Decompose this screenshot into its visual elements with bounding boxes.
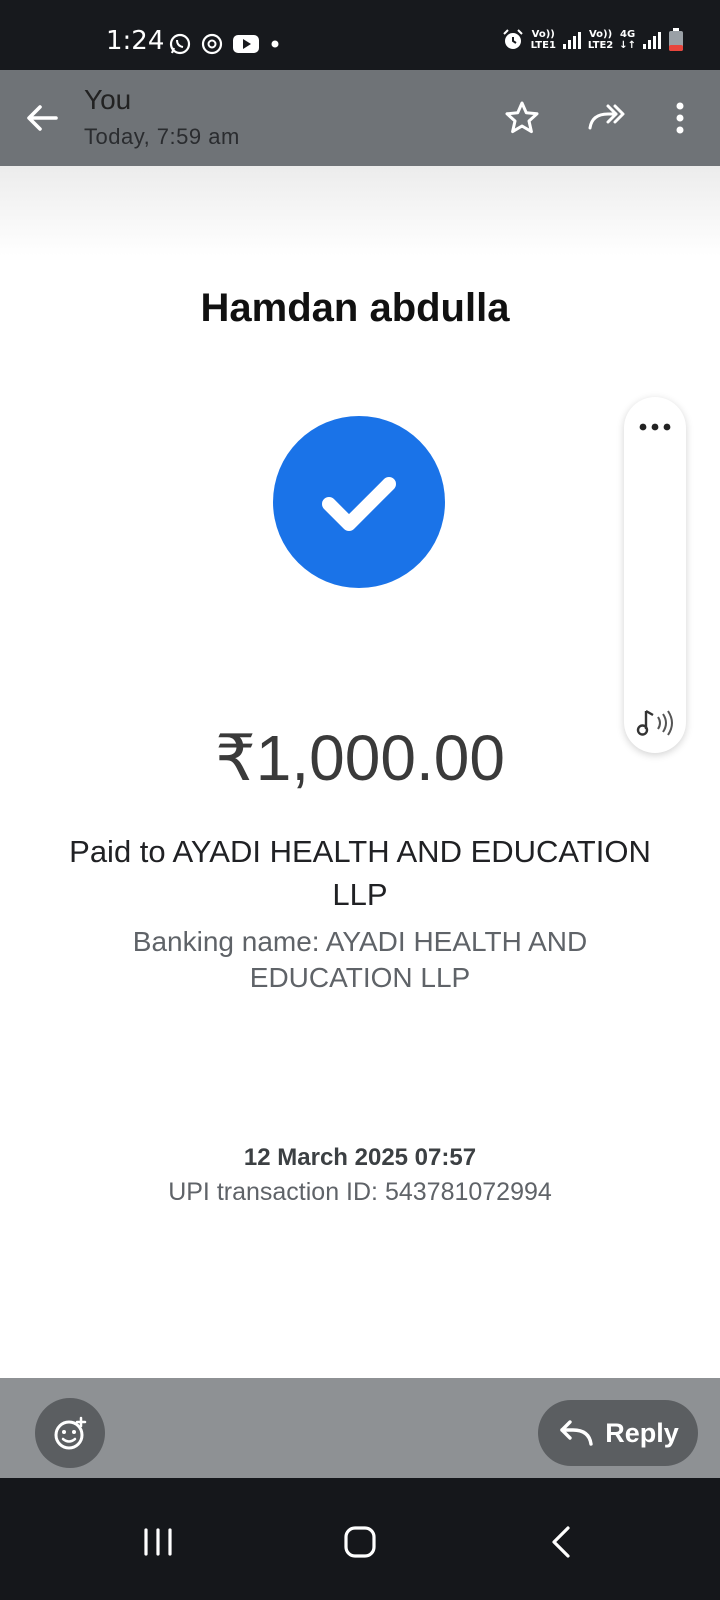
message-timestamp: Today, 7:59 am (84, 124, 240, 149)
signal-icon (643, 32, 661, 49)
status-bar: 1:24 Vo)) LTE1 Vo)) LTE2 4G ↓↑ (0, 0, 720, 70)
message-header: You Today, 7:59 am (0, 70, 720, 166)
data-arrows-icon: ↓↑ (619, 40, 636, 51)
paid-to-text: Paid to AYADI HEALTH AND EDUCATION LLP (69, 834, 651, 912)
sync-icon (201, 33, 223, 55)
home-icon[interactable] (340, 1522, 380, 1562)
payment-amount: ₹1,000.00 (215, 722, 505, 794)
reply-arrow-icon (560, 1420, 593, 1446)
message-action-bar: Reply (0, 1378, 720, 1478)
recent-apps-icon[interactable] (138, 1522, 178, 1562)
star-icon[interactable] (502, 98, 542, 138)
audio-music-icon[interactable] (636, 707, 676, 739)
whatsapp-icon (169, 33, 191, 55)
transaction-datetime: 12 March 2025 07:57 (243, 1144, 477, 1171)
alarm-icon (502, 29, 523, 49)
network-type-label: 4G (620, 29, 636, 40)
youtube-icon (233, 35, 259, 53)
system-navigation-bar (0, 1478, 720, 1600)
network-type: 4G ↓↑ (619, 29, 636, 51)
status-indicators: Vo)) LTE1 Vo)) LTE2 4G ↓↑ (501, 28, 684, 52)
sim1-volte: Vo)) (531, 29, 555, 40)
reply-button[interactable]: Reply (538, 1400, 698, 1466)
payment-receipt: Hamdan abdulla ₹1,000.00 Paid to AYADI H… (0, 166, 720, 1378)
payer-name: Hamdan abdulla (200, 286, 510, 330)
back-arrow-icon[interactable] (22, 98, 62, 138)
reply-label: Reply (605, 1417, 679, 1448)
floating-side-panel[interactable] (624, 397, 686, 753)
forward-icon[interactable] (586, 98, 626, 138)
add-reaction-button[interactable] (35, 1398, 105, 1468)
notification-dot-icon (271, 40, 279, 48)
status-app-icons (168, 30, 282, 58)
sim2-lte: LTE2 (587, 40, 614, 51)
battery-icon (669, 28, 683, 51)
sim1-label: Vo)) LTE1 (531, 29, 556, 51)
status-time: 1:24 (106, 26, 165, 56)
upi-transaction-id[interactable]: UPI transaction ID: 543781072994 (0, 1178, 720, 1207)
sim2-volte: Vo)) (588, 29, 613, 40)
more-options-icon[interactable] (660, 98, 700, 138)
sim1-lte: LTE1 (530, 40, 556, 51)
banking-name: Banking name: AYADI HEALTH AND EDUCATION… (132, 926, 588, 993)
emoji-add-icon (54, 1416, 87, 1450)
more-dots-icon[interactable] (638, 419, 672, 435)
sender-name: You (84, 84, 132, 115)
success-check-icon (273, 416, 445, 588)
back-nav-icon[interactable] (542, 1522, 582, 1562)
sim2-label: Vo)) LTE2 (588, 29, 613, 51)
signal-icon (562, 32, 581, 49)
